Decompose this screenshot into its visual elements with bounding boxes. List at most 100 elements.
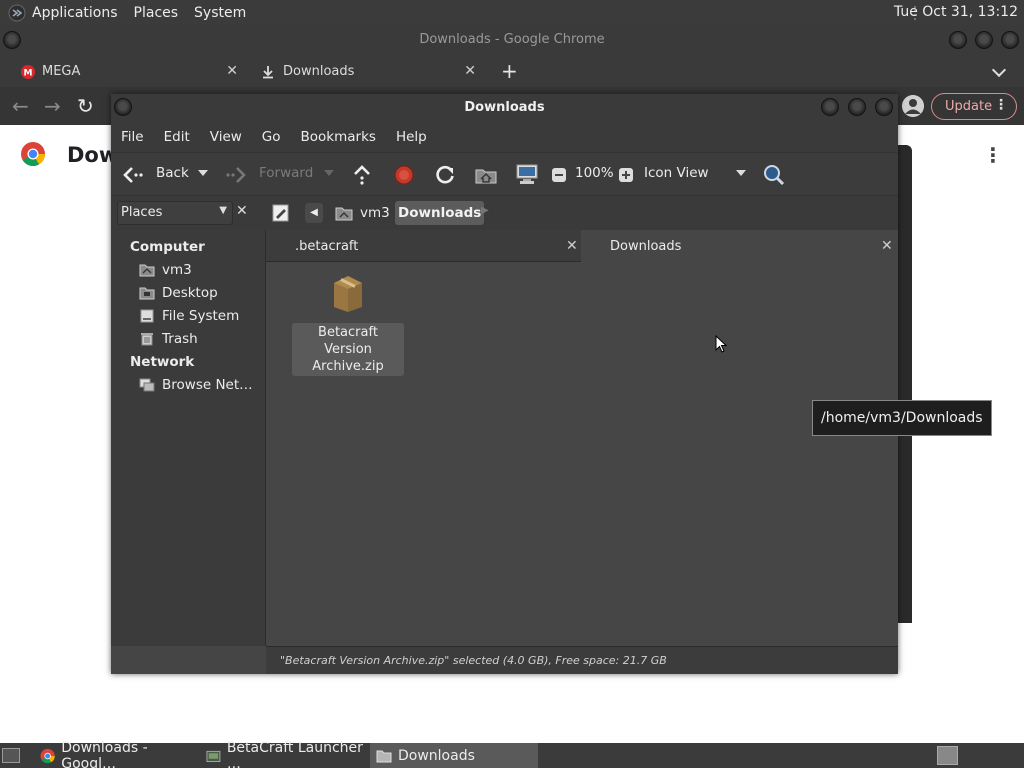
- menu-applications[interactable]: Applications: [32, 5, 118, 21]
- search-icon[interactable]: [763, 164, 785, 186]
- forward-arrow-icon[interactable]: [225, 165, 247, 185]
- back-button[interactable]: Back: [156, 165, 189, 181]
- close-icon[interactable]: ✕: [881, 238, 893, 254]
- breadcrumb-downloads[interactable]: Downloads: [395, 201, 485, 225]
- task-chrome[interactable]: Downloads - Googl…: [34, 739, 200, 768]
- menu-view[interactable]: View: [210, 129, 242, 145]
- close-button[interactable]: [875, 98, 893, 116]
- svg-text:M: M: [24, 68, 33, 78]
- tab-downloads[interactable]: Downloads ✕: [250, 56, 488, 87]
- zoom-out-icon[interactable]: [551, 167, 567, 183]
- sidebar-item-browse-network[interactable]: Browse Net…: [139, 377, 253, 393]
- file-name-line2: Archive.zip: [312, 359, 384, 374]
- back-arrow-icon[interactable]: ←: [12, 94, 29, 118]
- more-vert-icon: ⋮: [994, 97, 1008, 113]
- menu-file[interactable]: File: [121, 129, 144, 145]
- task-betacraft[interactable]: BetaCraft Launcher …: [200, 739, 370, 768]
- home-folder-icon[interactable]: [475, 165, 497, 185]
- menu-help[interactable]: Help: [396, 129, 427, 145]
- more-vert-icon[interactable]: ⋮: [983, 143, 1003, 167]
- forward-arrow-icon[interactable]: →: [44, 94, 61, 118]
- sidebar-type-select[interactable]: Places ▼: [117, 201, 233, 225]
- sidebar-item-vm3[interactable]: vm3: [139, 262, 192, 278]
- avatar[interactable]: [902, 95, 924, 117]
- maximize-button[interactable]: [975, 31, 993, 49]
- menu-bookmarks[interactable]: Bookmarks: [301, 129, 376, 145]
- file-view[interactable]: .betacraft ✕ Downloads ✕ Betacraft Versi…: [266, 230, 992, 646]
- trash-icon: [141, 333, 153, 346]
- path-left-arrow-icon[interactable]: ◀: [305, 203, 323, 223]
- top-panel: Applications Places System Tue Oct 31, 1…: [0, 0, 1024, 25]
- chevron-down-icon[interactable]: [991, 62, 1007, 78]
- file-item[interactable]: Betacraft Version Archive.zip: [292, 273, 404, 376]
- tab-downloads[interactable]: Downloads ✕: [581, 230, 898, 262]
- stop-icon[interactable]: [394, 165, 414, 185]
- view-mode-dropdown-icon[interactable]: [736, 170, 746, 176]
- caja-titlebar[interactable]: Downloads: [111, 94, 898, 122]
- task-label: BetaCraft Launcher …: [226, 739, 363, 768]
- reload-icon[interactable]: ↻: [77, 94, 94, 118]
- mega-icon: M: [21, 64, 35, 79]
- caja-toolbar: Back Forward 100% Icon View: [111, 152, 898, 196]
- view-mode-select[interactable]: Icon View: [644, 165, 709, 181]
- sidebar-item-label: File System: [162, 308, 240, 324]
- tab-label: MEGA: [42, 64, 81, 79]
- update-button[interactable]: Update ⋮: [931, 93, 1017, 120]
- caja-menubar: File Edit View Go Bookmarks Help: [111, 122, 898, 152]
- chrome-tabstrip: M MEGA ✕ Downloads ✕ +: [0, 56, 1024, 87]
- home-folder-icon: [335, 207, 353, 221]
- tab-betacraft[interactable]: .betacraft ✕: [266, 230, 581, 262]
- new-tab-button[interactable]: +: [501, 59, 518, 83]
- minimize-button[interactable]: [821, 98, 839, 116]
- close-icon[interactable]: ✕: [566, 238, 578, 254]
- computer-icon[interactable]: [515, 163, 539, 185]
- minimize-button[interactable]: [949, 31, 967, 49]
- sidebar-item-label: Browse Net…: [162, 377, 253, 393]
- close-icon[interactable]: ✕: [226, 63, 238, 79]
- gnome-foot-icon[interactable]: [8, 4, 26, 22]
- workspace-switcher[interactable]: [937, 746, 958, 765]
- person-icon: [902, 95, 924, 117]
- file-name: Betacraft Version Archive.zip: [292, 323, 404, 376]
- update-label: Update: [945, 99, 993, 114]
- zoom-in-icon[interactable]: [618, 167, 634, 183]
- sidebar-item-label: vm3: [162, 262, 192, 278]
- menu-edit[interactable]: Edit: [164, 129, 190, 145]
- clock[interactable]: Tue Oct 31, 13:12: [894, 4, 1018, 20]
- edit-location-icon[interactable]: [271, 203, 291, 223]
- home-folder-icon: [139, 264, 155, 277]
- breadcrumb-vm3[interactable]: vm3: [360, 205, 390, 221]
- sidebar-item-desktop[interactable]: Desktop: [139, 285, 218, 301]
- mouse-cursor-icon: [715, 335, 727, 353]
- sidebar-item-trash[interactable]: Trash: [139, 331, 198, 347]
- caja-window-title: Downloads: [464, 100, 545, 115]
- show-desktop-button[interactable]: [2, 748, 20, 763]
- path-right-arrow-icon[interactable]: ▶: [481, 205, 489, 216]
- menu-places[interactable]: Places: [134, 5, 179, 21]
- harddisk-icon: [140, 309, 154, 323]
- close-sidebar-icon[interactable]: ✕: [236, 203, 248, 219]
- download-icon: [263, 65, 273, 78]
- up-arrow-icon[interactable]: [352, 164, 372, 186]
- chrome-titlebar[interactable]: Downloads - Google Chrome: [0, 25, 1024, 56]
- zoom-level[interactable]: 100%: [575, 165, 614, 181]
- close-icon[interactable]: ✕: [464, 63, 476, 79]
- tab-mega[interactable]: M MEGA ✕: [8, 56, 248, 87]
- menu-system[interactable]: System: [194, 5, 246, 21]
- task-downloads[interactable]: Downloads: [370, 743, 538, 768]
- sidebar-heading-computer: Computer: [130, 239, 205, 255]
- sidebar-heading-network: Network: [130, 354, 195, 370]
- sidebar-item-file-system[interactable]: File System: [139, 308, 239, 324]
- reload-icon[interactable]: [434, 164, 456, 186]
- maximize-button[interactable]: [848, 98, 866, 116]
- close-button[interactable]: [1001, 31, 1019, 49]
- chrome-window-title: Downloads - Google Chrome: [419, 32, 605, 47]
- back-arrow-icon[interactable]: [122, 165, 144, 185]
- menu-go[interactable]: Go: [262, 129, 281, 145]
- file-name-line1: Betacraft Version: [318, 325, 378, 357]
- forward-history-dropdown-icon[interactable]: [324, 170, 334, 176]
- back-history-dropdown-icon[interactable]: [198, 170, 208, 176]
- forward-button[interactable]: Forward: [259, 165, 313, 181]
- sidebar-item-label: Trash: [162, 331, 198, 347]
- task-label: Downloads - Googl…: [61, 739, 148, 768]
